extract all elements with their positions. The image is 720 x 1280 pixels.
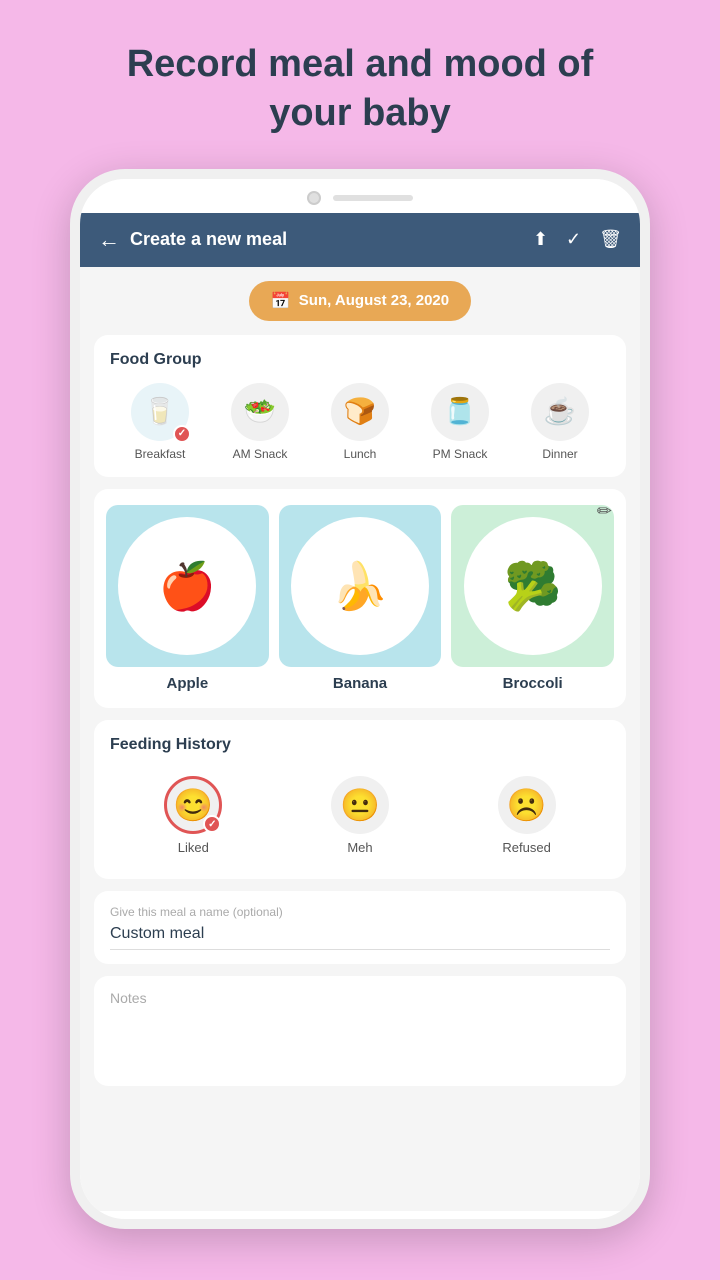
food-group-card: Food Group 🥛 Breakfast 🥗 AM Snack: [94, 335, 626, 477]
feeding-history-moods: 😊 ✓ Liked 😐 Meh ☹️ Refused: [110, 768, 610, 863]
header-left: ← Create a new meal: [98, 227, 287, 253]
lunch-label: Lunch: [344, 447, 377, 461]
delete-button[interactable]: 🗑: [599, 229, 622, 250]
pmsnack-icon: 🫙: [444, 396, 476, 427]
apple-emoji: 🍎: [159, 559, 216, 614]
banana-img-wrap: 🍌: [279, 505, 442, 668]
confirm-button[interactable]: ✓: [566, 229, 581, 250]
breakfast-icon: 🥛: [144, 396, 176, 427]
amsnack-icon-wrap: 🥗: [231, 383, 289, 441]
refused-label: Refused: [502, 840, 550, 855]
liked-circle: 😊 ✓: [164, 776, 222, 834]
food-group-lunch[interactable]: 🍞 Lunch: [331, 383, 389, 461]
meh-label: Meh: [347, 840, 372, 855]
food-item-broccoli[interactable]: 🥦 Broccoli: [451, 505, 614, 693]
broccoli-emoji: 🥦: [504, 559, 561, 614]
liked-badge: ✓: [203, 815, 221, 833]
banana-circle: 🍌: [291, 517, 429, 655]
pmsnack-icon-wrap: 🫙: [431, 383, 489, 441]
meal-name-card: Give this meal a name (optional) Custom …: [94, 891, 626, 964]
food-group-pmsnack[interactable]: 🫙 PM Snack: [431, 383, 489, 461]
apple-label: Apple: [167, 675, 209, 692]
back-button[interactable]: ←: [98, 227, 120, 253]
notes-card: Notes: [94, 976, 626, 1086]
phone-top-bar: [80, 179, 640, 213]
food-items-grid: 🍎 Apple 🍌 Banana: [106, 505, 614, 693]
date-text: Sun, August 23, 2020: [299, 292, 449, 309]
food-group-breakfast[interactable]: 🥛 Breakfast: [131, 383, 189, 461]
refused-emoji: ☹️: [507, 786, 547, 824]
banana-label: Banana: [333, 675, 387, 692]
dinner-label: Dinner: [542, 447, 577, 461]
pmsnack-label: PM Snack: [433, 447, 488, 461]
amsnack-icon: 🥗: [244, 396, 276, 427]
mood-refused[interactable]: ☹️ Refused: [498, 776, 556, 855]
amsnack-label: AM Snack: [233, 447, 288, 461]
feeding-history-title: Feeding History: [110, 736, 610, 754]
breakfast-label: Breakfast: [135, 447, 186, 461]
app-content: 📅 Sun, August 23, 2020 Food Group 🥛 Brea…: [80, 267, 640, 1211]
food-item-banana[interactable]: 🍌 Banana: [279, 505, 442, 693]
header-title: Create a new meal: [130, 229, 287, 250]
meal-name-label: Give this meal a name (optional): [110, 905, 610, 919]
food-item-apple[interactable]: 🍎 Apple: [106, 505, 269, 693]
banana-emoji: 🍌: [331, 559, 388, 614]
phone-shell: ← Create a new meal ⬆ ✓ 🗑 📅 Sun, August …: [70, 169, 650, 1229]
edit-icon[interactable]: ✏: [597, 501, 612, 522]
share-button[interactable]: ⬆: [533, 229, 548, 250]
dinner-icon: ☕: [544, 396, 576, 427]
food-group-dinner[interactable]: ☕ Dinner: [531, 383, 589, 461]
app-header: ← Create a new meal ⬆ ✓ 🗑: [80, 213, 640, 267]
food-group-title: Food Group: [110, 351, 610, 369]
calendar-icon: 📅: [271, 291, 291, 311]
apple-circle: 🍎: [118, 517, 256, 655]
meh-circle: 😐: [331, 776, 389, 834]
lunch-icon-wrap: 🍞: [331, 383, 389, 441]
page-title: Record meal and mood of your baby: [67, 0, 654, 169]
broccoli-circle: 🥦: [464, 517, 602, 655]
liked-label: Liked: [178, 840, 209, 855]
broccoli-img-wrap: 🥦: [451, 505, 614, 668]
notes-label: Notes: [110, 990, 610, 1006]
food-group-amsnack[interactable]: 🥗 AM Snack: [231, 383, 289, 461]
feeding-history-card: Feeding History 😊 ✓ Liked 😐 Meh: [94, 720, 626, 879]
broccoli-label: Broccoli: [503, 675, 563, 692]
meh-emoji: 😐: [340, 786, 380, 824]
mood-liked[interactable]: 😊 ✓ Liked: [164, 776, 222, 855]
breakfast-icon-wrap: 🥛: [131, 383, 189, 441]
food-items-card: ✏ 🍎 Apple 🍌 Banana: [94, 489, 626, 709]
dinner-icon-wrap: ☕: [531, 383, 589, 441]
mood-meh[interactable]: 😐 Meh: [331, 776, 389, 855]
phone-camera: [307, 191, 321, 205]
phone-speaker: [333, 195, 413, 201]
breakfast-selected-badge: [173, 425, 191, 443]
lunch-icon: 🍞: [344, 396, 376, 427]
meal-name-input[interactable]: Custom meal: [110, 925, 610, 950]
refused-circle: ☹️: [498, 776, 556, 834]
date-badge[interactable]: 📅 Sun, August 23, 2020: [249, 281, 471, 321]
food-groups-list: 🥛 Breakfast 🥗 AM Snack 🍞 Lunch: [110, 383, 610, 461]
apple-img-wrap: 🍎: [106, 505, 269, 668]
header-icons: ⬆ ✓ 🗑: [533, 229, 622, 250]
